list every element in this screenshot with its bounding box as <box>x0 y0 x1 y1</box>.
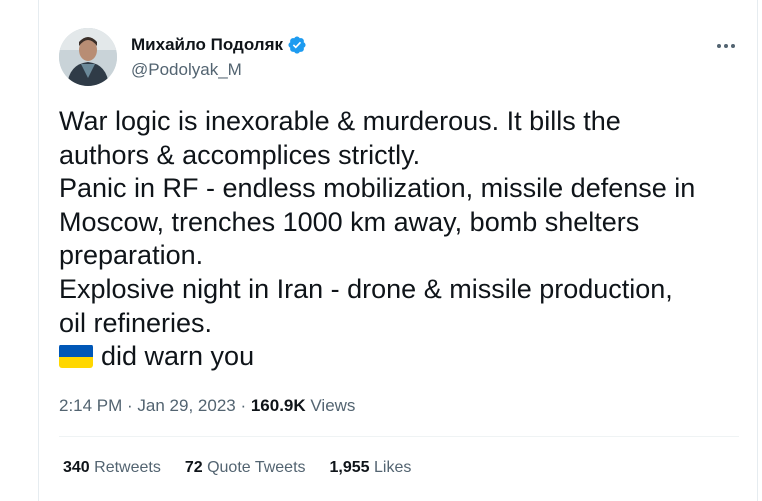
quote-tweets-count: 72 <box>184 459 203 476</box>
tweet-meta: 2:14 PM · Jan 29, 2023 · 160.9K Views <box>59 396 355 416</box>
retweets-stat[interactable]: 340 Retweets <box>63 459 161 477</box>
quote-tweets-label: Quote Tweets <box>202 459 306 476</box>
avatar[interactable] <box>59 28 117 86</box>
ukraine-flag-icon <box>59 344 93 369</box>
views-count: 160.9K <box>250 396 306 415</box>
tweet-line: oil refineries. <box>59 307 213 338</box>
engagement-stats: 340 Retweets 72 Quote Tweets 1,955 Likes <box>63 459 435 477</box>
tweet-text: War logic is inexorable & murderous. It … <box>59 105 749 374</box>
tweet-line-last: did warn you <box>59 340 749 374</box>
tweet-line: Explosive night in Iran - drone & missil… <box>59 273 673 304</box>
tweet-line: authors & accomplices strictly. <box>59 139 421 170</box>
meta-separator: · <box>235 396 251 415</box>
tweet-date[interactable]: Jan 29, 2023 <box>137 396 235 415</box>
retweets-count: 340 <box>63 459 90 476</box>
tweet-line: Moscow, trenches 1000 km away, bomb shel… <box>59 206 640 237</box>
more-options-icon[interactable] <box>713 36 739 56</box>
tweet-time[interactable]: 2:14 PM <box>59 396 122 415</box>
avatar-image <box>59 28 117 86</box>
tweet-card: Михайло Подоляк @Podolyak_M War logic is… <box>38 0 758 501</box>
views-label: Views <box>305 396 356 415</box>
likes-label: Likes <box>369 459 412 476</box>
author-name[interactable]: Михайло Подоляк <box>131 35 283 55</box>
tweet-line: did warn you <box>101 341 255 372</box>
tweet-line: preparation. <box>59 240 204 271</box>
likes-stat[interactable]: 1,955 Likes <box>330 459 412 477</box>
author-handle[interactable]: @Podolyak_M <box>131 60 242 80</box>
likes-count: 1,955 <box>329 459 370 476</box>
meta-separator: · <box>122 396 138 415</box>
quote-tweets-stat[interactable]: 72 Quote Tweets <box>185 459 306 477</box>
tweet-line: War logic is inexorable & murderous. It … <box>59 106 621 136</box>
divider <box>59 436 739 437</box>
tweet-line: Panic in RF - endless mobilization, miss… <box>59 173 696 204</box>
retweets-label: Retweets <box>89 459 161 476</box>
author-name-row: Михайло Подоляк <box>131 35 307 55</box>
verified-badge-icon <box>287 35 307 55</box>
